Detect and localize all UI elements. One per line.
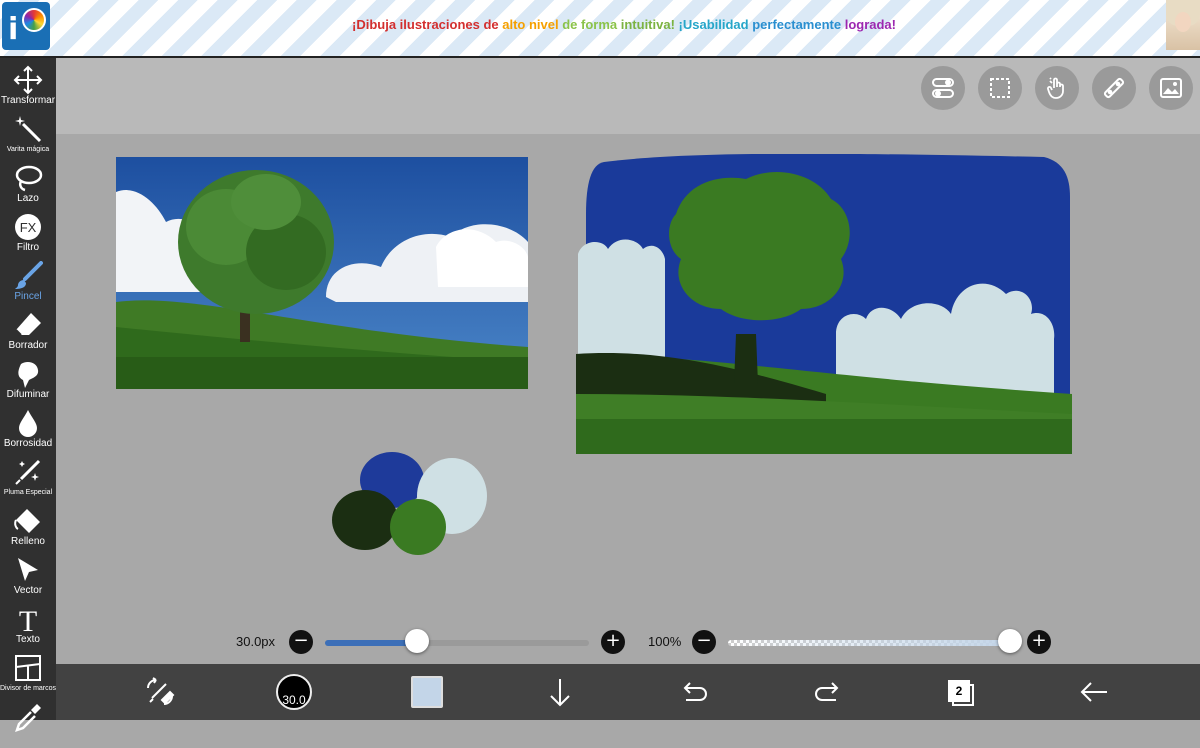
tool-blur[interactable]: Borrosidad <box>0 405 56 454</box>
touch-gesture-icon <box>1047 77 1064 99</box>
tool-text[interactable]: T Texto <box>0 601 56 650</box>
tool-label: Borrosidad <box>3 438 53 449</box>
tool-label: Pluma Especial <box>3 489 53 496</box>
touch-gesture-button[interactable] <box>1035 66 1079 110</box>
tool-label: Relleno <box>11 536 45 547</box>
blur-drop-icon <box>19 410 37 437</box>
reference-image-button[interactable] <box>1149 66 1193 110</box>
tool-sidebar: Transformar Varita mágica Lazo FX Filtro… <box>0 58 56 732</box>
ad-text-segment: ¡Dibuja ilustraciones de <box>352 17 503 32</box>
settings-toggle-icon <box>932 78 954 98</box>
brush-icon <box>15 261 43 289</box>
opacity-plus-button[interactable]: + <box>1027 630 1051 654</box>
ad-text[interactable]: ¡Dibuja ilustraciones de alto nivel de f… <box>352 17 896 32</box>
smudge-icon <box>18 362 39 388</box>
tool-fill[interactable]: Relleno <box>0 503 56 552</box>
brush-size-minus-button[interactable]: − <box>289 630 313 654</box>
tool-smudge[interactable]: Difuminar <box>0 356 56 405</box>
opacity-value: 100% <box>648 634 682 649</box>
opacity-thumb[interactable] <box>998 629 1022 653</box>
tool-eraser[interactable]: Borrador <box>0 307 56 356</box>
layers-button[interactable]: 2 <box>946 678 974 706</box>
selection-button[interactable] <box>978 66 1022 110</box>
download-arrow-icon <box>550 679 570 707</box>
ad-text-segment: alto nivel <box>502 17 563 32</box>
ruler-icon <box>1103 77 1125 99</box>
ibispaint-logo[interactable]: i <box>2 2 50 50</box>
brush-size-indicator[interactable]: 30.0 <box>276 674 312 710</box>
lasso-icon <box>15 165 43 192</box>
color-palette-sketch[interactable] <box>330 450 490 560</box>
reference-photo[interactable] <box>116 157 528 389</box>
opacity-fill <box>728 640 1010 646</box>
ruler-button[interactable] <box>1092 66 1136 110</box>
vector-arrow-icon <box>18 558 38 581</box>
text-icon: T <box>19 605 37 634</box>
ad-text-segment: lograda! <box>844 17 896 32</box>
tool-label: Lazo <box>17 193 39 204</box>
redo-icon <box>815 682 839 701</box>
brush-sliders: 30.0px − + 100% − + <box>56 626 1200 658</box>
redo-button[interactable] <box>808 672 848 712</box>
tool-filter[interactable]: FX Filtro <box>0 209 56 258</box>
tool-label: Borrador <box>8 340 48 351</box>
tool-label: Varita mágica <box>6 146 50 153</box>
tool-label: Texto <box>16 634 40 645</box>
back-button[interactable] <box>1074 672 1114 712</box>
tool-label: Difuminar <box>6 389 50 400</box>
move-arrows-icon <box>13 65 43 95</box>
ad-text-segment: ¡Usabilidad <box>678 17 753 32</box>
ad-text-segment: intuitiva! <box>620 17 679 32</box>
frame-divider-icon <box>15 655 41 681</box>
ad-banner[interactable]: i ¡Dibuja ilustraciones de alto nivel de… <box>0 0 1200 58</box>
canvas-top-bar <box>56 58 1200 134</box>
svg-text:T: T <box>19 605 37 634</box>
tool-brush[interactable]: Pincel <box>0 258 56 307</box>
undo-icon <box>683 682 707 701</box>
layer-count: 2 <box>948 680 970 702</box>
tool-label: Vector <box>13 585 43 596</box>
ad-text-segment: perfectamente <box>752 17 845 32</box>
avatar-image[interactable] <box>1166 0 1200 50</box>
tool-frame-divider[interactable]: Divisor de marcos <box>0 650 56 699</box>
tool-label: Divisor de marcos <box>0 685 57 692</box>
brush-size-plus-button[interactable]: + <box>601 630 625 654</box>
special-pen-icon <box>15 459 41 485</box>
bottom-toolbar: 30.0 2 <box>56 664 1200 720</box>
selection-icon <box>990 78 1010 98</box>
color-swatch[interactable] <box>411 676 443 708</box>
swap-brush-icon <box>147 677 175 705</box>
brush-size-fill <box>325 640 417 646</box>
tool-eyedropper[interactable] <box>0 699 56 748</box>
tool-lasso[interactable]: Lazo <box>0 160 56 209</box>
fx-icon: FX <box>15 214 41 240</box>
tool-magic-wand[interactable]: Varita mágica <box>0 111 56 160</box>
undo-button[interactable] <box>674 672 714 712</box>
fill-bucket-icon <box>14 509 40 533</box>
tool-label: Pincel <box>14 291 42 302</box>
opacity-minus-button[interactable]: − <box>692 630 716 654</box>
reference-image-icon <box>1160 78 1182 98</box>
tool-label: Transformar <box>0 95 56 106</box>
tool-transform[interactable]: Transformar <box>0 62 56 111</box>
tool-label: Filtro <box>16 242 40 253</box>
brush-size-value: 30.0px <box>236 634 276 649</box>
swap-brush-button[interactable] <box>140 672 180 712</box>
eyedropper-icon <box>15 704 41 732</box>
ad-text-segment: de forma <box>562 17 621 32</box>
tool-special-pen[interactable]: Pluma Especial <box>0 454 56 503</box>
tool-vector[interactable]: Vector <box>0 552 56 601</box>
magic-wand-icon <box>15 116 42 143</box>
eraser-icon <box>15 313 41 336</box>
settings-toggle-button[interactable] <box>921 66 965 110</box>
back-arrow-icon <box>1080 682 1107 702</box>
brush-size-thumb[interactable] <box>405 629 429 653</box>
svg-text:FX: FX <box>20 220 37 235</box>
drawing-canvas[interactable] <box>576 153 1076 460</box>
download-button[interactable] <box>540 672 580 712</box>
